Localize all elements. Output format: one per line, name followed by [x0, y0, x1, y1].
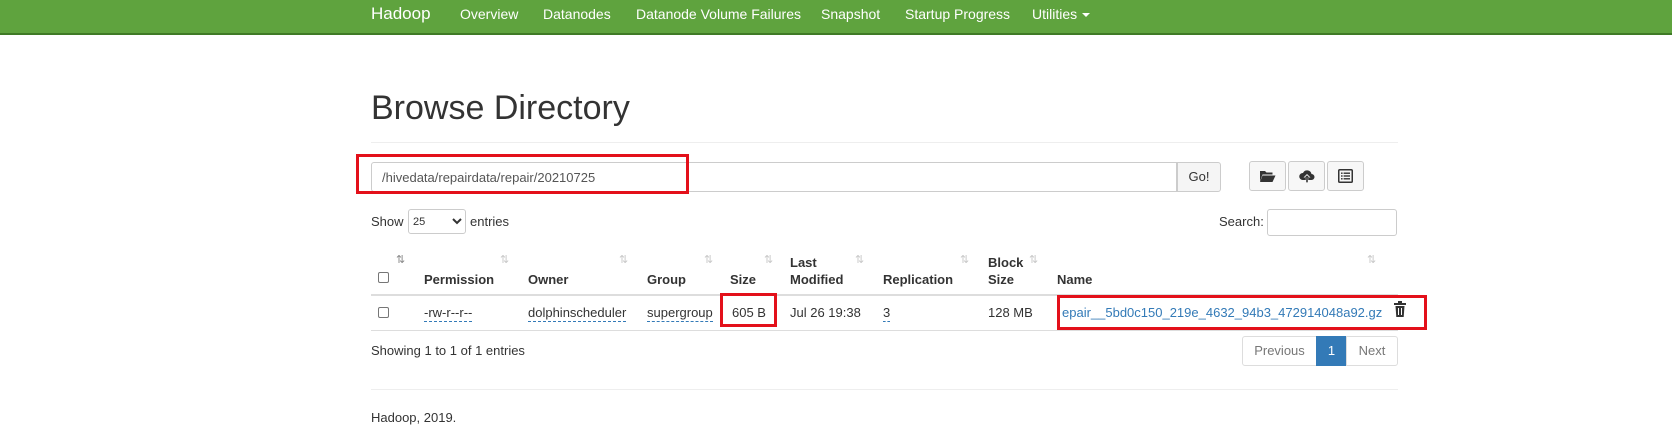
trash-icon[interactable] [1393, 301, 1407, 317]
previous-button[interactable]: Previous [1242, 336, 1317, 366]
go-button[interactable]: Go! [1177, 162, 1221, 192]
sort-icon[interactable]: ⇅ [855, 253, 864, 266]
upload-file-button[interactable] [1288, 161, 1325, 191]
select-all-checkbox[interactable] [378, 272, 389, 283]
list-alt-icon [1338, 169, 1353, 183]
header-last-modified-line1[interactable]: Last [790, 254, 817, 271]
footer-text: Hadoop, 2019. [371, 410, 457, 425]
title-divider [371, 142, 1398, 143]
group-cell[interactable]: supergroup [647, 304, 713, 322]
size-cell: 605 B [732, 305, 766, 320]
page-size-select[interactable]: 25 [408, 209, 466, 234]
sort-asc-icon[interactable]: ⇅ [396, 253, 405, 266]
header-permission[interactable]: Permission [424, 271, 494, 288]
folder-open-icon [1260, 171, 1276, 182]
last-modified-cell: Jul 26 19:38 [790, 305, 861, 320]
page-title: Browse Directory [371, 89, 630, 127]
nav-overview[interactable]: Overview [460, 4, 518, 24]
header-owner[interactable]: Owner [528, 271, 568, 288]
header-block-size-line2[interactable]: Size [988, 271, 1014, 288]
table-info: Showing 1 to 1 of 1 entries [371, 343, 525, 358]
block-size-cell: 128 MB [988, 305, 1033, 320]
file-name-link[interactable]: epair__5bd0c150_219e_4632_94b3_472914048… [1062, 304, 1382, 321]
caret-down-icon [1082, 13, 1091, 18]
show-label: Show [371, 214, 404, 229]
top-navbar: Hadoop Overview Datanodes Datanode Volum… [0, 0, 1672, 35]
sort-icon[interactable]: ⇅ [764, 253, 773, 266]
sort-icon[interactable]: ⇅ [960, 253, 969, 266]
sort-icon[interactable]: ⇅ [1367, 253, 1376, 266]
search-input[interactable] [1267, 209, 1397, 236]
entries-label: entries [470, 214, 510, 229]
owner-cell[interactable]: dolphinscheduler [528, 304, 627, 322]
nav-startup-progress[interactable]: Startup Progress [905, 4, 1010, 24]
next-button[interactable]: Next [1346, 336, 1398, 366]
header-name[interactable]: Name [1057, 271, 1092, 288]
nav-datanode-volume-failures[interactable]: Datanode Volume Failures [636, 4, 801, 24]
nav-snapshot[interactable]: Snapshot [821, 4, 880, 24]
footer-divider [371, 389, 1398, 390]
sort-icon[interactable]: ⇅ [500, 253, 509, 266]
nav-utilities-dropdown[interactable]: Utilities [1032, 4, 1091, 24]
replication-cell[interactable]: 3 [883, 304, 891, 322]
nav-utilities-label: Utilities [1032, 6, 1078, 22]
search-label: Search: [1219, 214, 1264, 229]
cut-paste-button[interactable] [1327, 161, 1364, 191]
cloud-upload-icon [1298, 169, 1314, 183]
row-divider [371, 330, 1398, 331]
row-checkbox[interactable] [378, 307, 389, 318]
header-size[interactable]: Size [730, 271, 756, 288]
sort-icon[interactable]: ⇅ [1029, 253, 1038, 266]
sort-icon[interactable]: ⇅ [704, 253, 713, 266]
permission-cell[interactable]: -rw-r--r-- [424, 304, 473, 322]
sort-icon[interactable]: ⇅ [619, 253, 628, 266]
header-block-size-line1[interactable]: Block [988, 254, 1023, 271]
header-replication[interactable]: Replication [883, 271, 953, 288]
brand-logo[interactable]: Hadoop [371, 3, 431, 25]
directory-path-input[interactable] [371, 162, 1177, 192]
header-divider [371, 294, 1398, 296]
header-group[interactable]: Group [647, 271, 686, 288]
header-last-modified-line2[interactable]: Modified [790, 271, 843, 288]
page-1-button[interactable]: 1 [1316, 336, 1347, 366]
nav-datanodes[interactable]: Datanodes [543, 4, 611, 24]
create-directory-button[interactable] [1249, 161, 1286, 191]
